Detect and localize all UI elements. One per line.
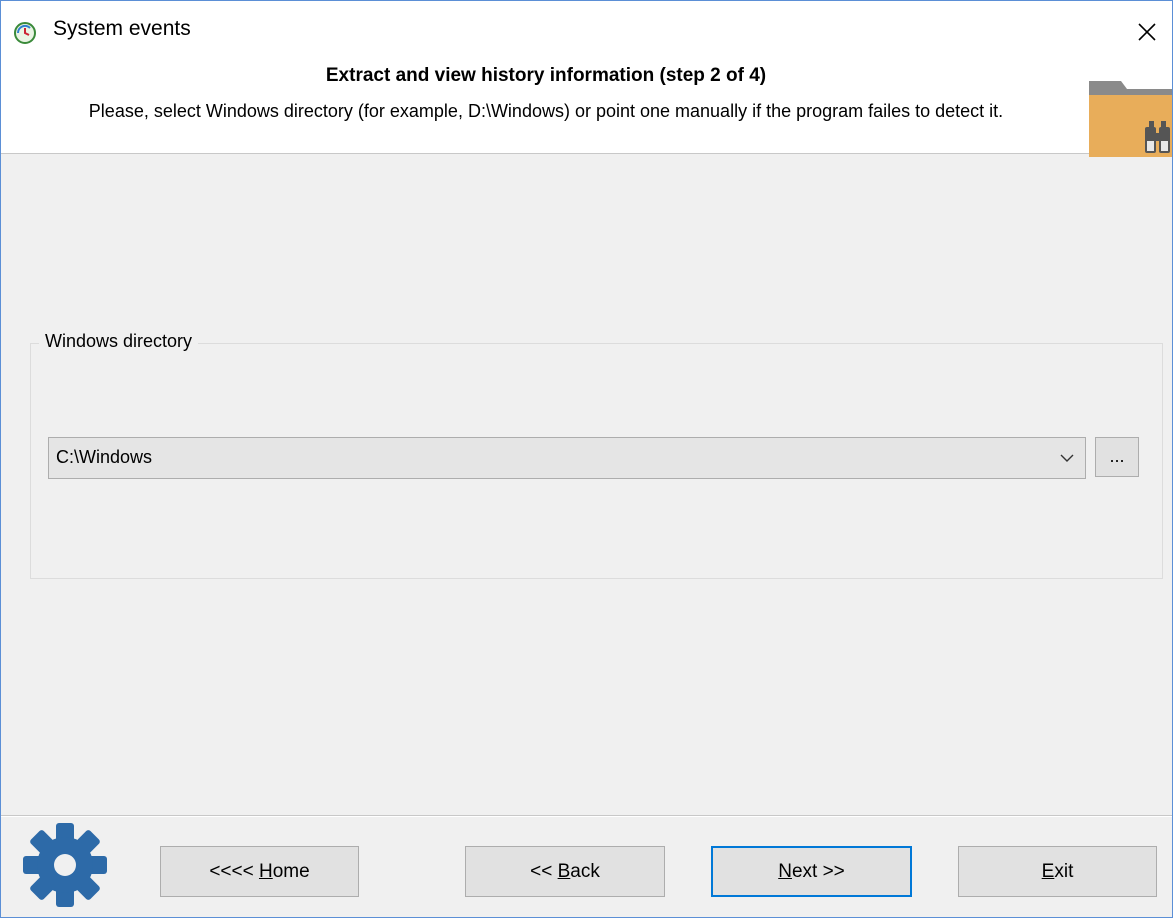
next-label-accesskey: N <box>778 860 792 882</box>
back-button[interactable]: << Back <box>465 846 665 897</box>
app-icon <box>14 22 36 44</box>
home-label-accesskey: H <box>258 860 273 882</box>
home-button[interactable]: <<<< Home <box>160 846 359 897</box>
group-legend: Windows directory <box>39 331 199 352</box>
windows-directory-combobox[interactable]: C:\Windows <box>48 437 1086 479</box>
exit-label-accesskey: E <box>1041 860 1055 882</box>
exit-button[interactable]: Exit <box>958 846 1157 897</box>
step-title: Extract and view history information (st… <box>325 65 767 86</box>
next-button[interactable]: Next >> <box>711 846 912 897</box>
footer-separator <box>1 815 1172 817</box>
back-label-rest: ack <box>570 860 600 882</box>
wizard-window: System events Extract and view history i… <box>0 0 1173 918</box>
step-description: Please, select Windows directory (for ex… <box>88 101 1004 121</box>
back-label-prefix: << <box>530 860 558 882</box>
next-label-rest: ext >> <box>791 860 845 882</box>
home-label-prefix: <<<< <box>209 860 259 882</box>
title-bar: System events <box>1 1 1172 63</box>
window-title: System events <box>53 17 191 40</box>
wizard-header: Extract and view history information (st… <box>1 63 1172 157</box>
close-button[interactable] <box>1128 13 1166 51</box>
close-icon <box>1138 23 1156 41</box>
combobox-value: C:\Windows <box>56 447 153 467</box>
exit-label-rest: xit <box>1054 860 1074 882</box>
chevron-down-icon[interactable] <box>1059 451 1075 465</box>
gear-icon <box>23 823 107 907</box>
back-label-accesskey: B <box>557 860 571 882</box>
folder-binoculars-icon <box>1089 81 1172 157</box>
browse-button[interactable]: ... <box>1095 437 1139 477</box>
home-label-rest: ome <box>272 860 310 882</box>
